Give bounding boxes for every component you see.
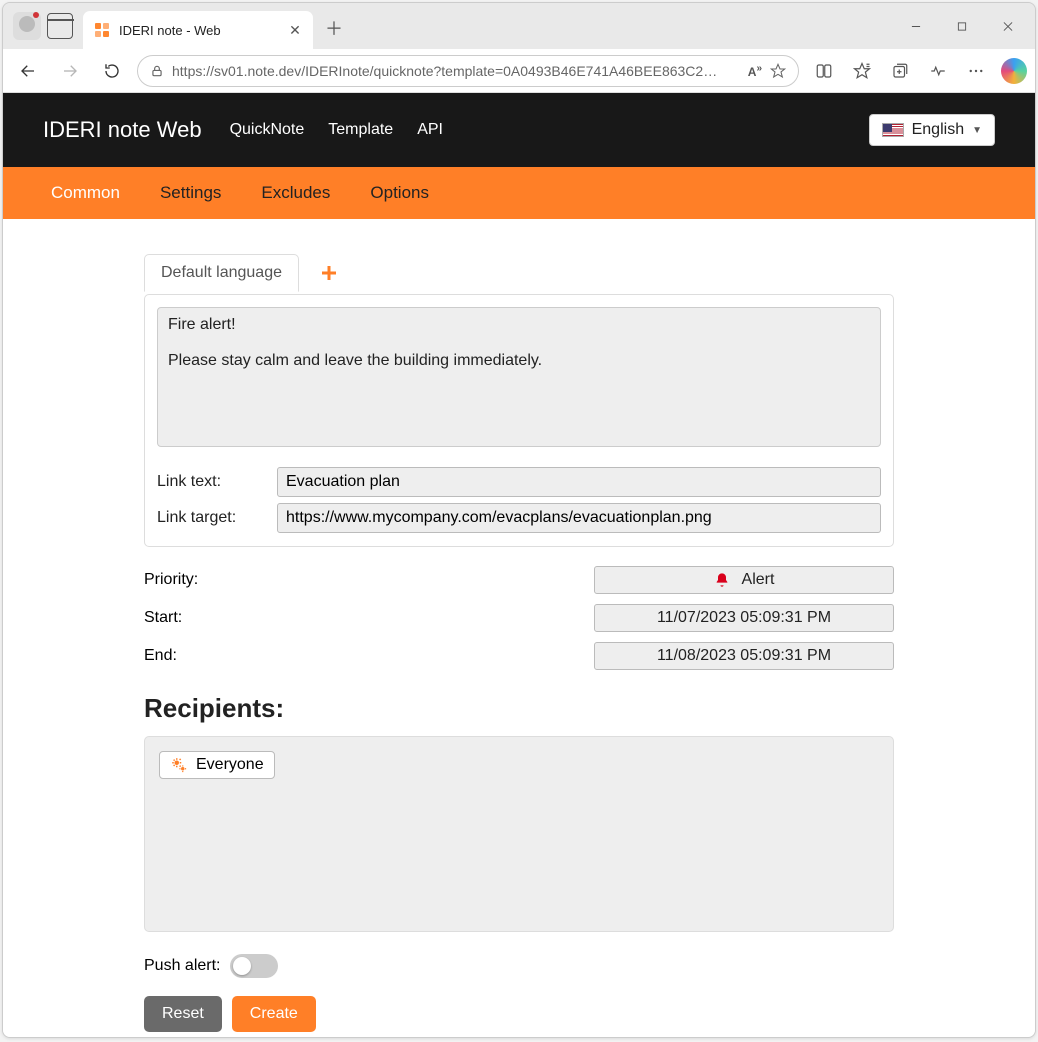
minimize-button[interactable] [893,10,939,42]
recipient-chip-label: Everyone [196,756,264,774]
flag-us-icon [882,123,904,137]
content: Default language Link text: Link target: [134,251,904,1037]
favorite-star-icon[interactable] [770,63,786,79]
maximize-button[interactable] [939,10,985,42]
tab-close-icon[interactable]: ✕ [287,22,303,38]
push-alert-label: Push alert: [144,957,220,975]
browser-tab[interactable]: IDERI note - Web ✕ [83,11,313,49]
link-text-label: Link text: [157,473,277,491]
link-target-input[interactable] [277,503,881,533]
window-controls [893,10,1031,42]
language-tabs: Default language [144,251,894,295]
subnav-common[interactable]: Common [51,183,120,203]
app-header: IDERI note Web QuickNote Template API En… [3,93,1035,167]
favorites-icon[interactable] [845,54,879,88]
collections-icon[interactable] [883,54,917,88]
menu-icon[interactable] [959,54,993,88]
subnav-settings[interactable]: Settings [160,183,221,203]
reset-button[interactable]: Reset [144,996,222,1032]
subnav-options[interactable]: Options [370,183,429,203]
url-box[interactable]: https://sv01.note.dev/IDERInote/quicknot… [137,55,799,87]
close-window-button[interactable] [985,10,1031,42]
end-label: End: [144,647,594,665]
profile-icon[interactable] [13,12,41,40]
priority-value: Alert [742,571,775,589]
link-target-label: Link target: [157,509,277,527]
button-row: Reset Create [144,996,894,1032]
url-text: https://sv01.note.dev/IDERInote/quicknot… [172,63,740,79]
health-icon[interactable] [921,54,955,88]
copilot-icon[interactable] [1001,58,1027,84]
language-label: English [912,121,964,139]
read-aloud-icon[interactable]: A» [748,63,762,79]
sub-nav: Common Settings Excludes Options [3,167,1035,219]
nav-template[interactable]: Template [328,121,393,139]
link-text-input[interactable] [277,467,881,497]
split-screen-icon[interactable] [807,54,841,88]
tab-actions-icon[interactable] [47,13,73,39]
browser-window: IDERI note - Web ✕ ＋ https://sv01.note.d… [2,2,1036,1038]
lock-icon [150,64,164,78]
new-tab-button[interactable]: ＋ [319,13,349,43]
subnav-excludes[interactable]: Excludes [261,183,330,203]
message-card: Link text: Link target: [144,294,894,547]
brand[interactable]: IDERI note Web [43,117,202,143]
recipients-title: Recipients: [144,693,894,724]
add-language-button[interactable] [317,261,341,285]
push-alert-row: Push alert: [144,954,894,978]
gears-icon [170,756,188,774]
address-bar: https://sv01.note.dev/IDERInote/quicknot… [3,49,1035,93]
recipient-chip-everyone[interactable]: Everyone [159,751,275,779]
priority-label: Priority: [144,571,594,589]
start-datetime[interactable]: 11/07/2023 05:09:31 PM [594,604,894,632]
refresh-button[interactable] [95,54,129,88]
recipients-box[interactable]: Everyone [144,736,894,932]
language-tab-default[interactable]: Default language [144,254,299,292]
language-selector[interactable]: English ▼ [869,114,995,146]
tab-title: IDERI note - Web [119,23,279,38]
forward-button[interactable] [53,54,87,88]
favicon-icon [93,21,111,39]
push-alert-toggle[interactable] [230,954,278,978]
priority-selector[interactable]: Alert [594,566,894,594]
end-datetime[interactable]: 11/08/2023 05:09:31 PM [594,642,894,670]
top-nav: QuickNote Template API [230,121,443,139]
bell-icon [714,572,730,588]
title-bar: IDERI note - Web ✕ ＋ [3,3,1035,49]
meta-rows: Priority: Alert Start: 11/07/2023 05:09:… [144,561,894,675]
viewport: IDERI note Web QuickNote Template API En… [3,93,1035,1037]
nav-api[interactable]: API [417,121,443,139]
message-textarea[interactable] [157,307,881,447]
page-scroll[interactable]: IDERI note Web QuickNote Template API En… [3,93,1035,1037]
chevron-down-icon: ▼ [972,125,982,136]
create-button[interactable]: Create [232,996,316,1032]
nav-quicknote[interactable]: QuickNote [230,121,305,139]
back-button[interactable] [11,54,45,88]
start-label: Start: [144,609,594,627]
